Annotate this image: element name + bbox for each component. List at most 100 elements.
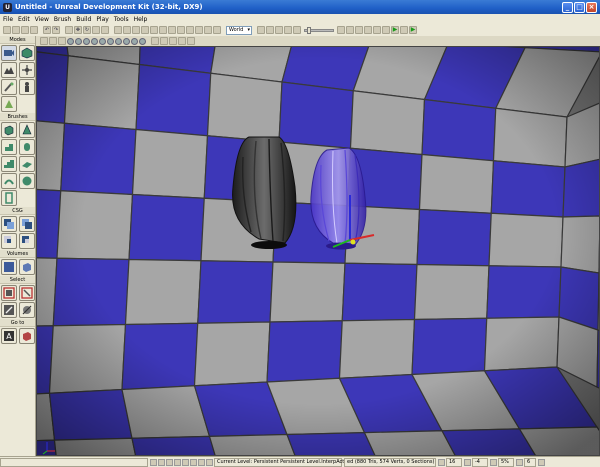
drag-grid-icon[interactable] — [538, 458, 545, 466]
menu-brush[interactable]: Brush — [54, 16, 71, 23]
status-icon-h[interactable] — [206, 458, 213, 466]
film-icon[interactable] — [195, 26, 203, 34]
cube-brush-button[interactable] — [1, 122, 17, 138]
menu-tools[interactable]: Tools — [114, 16, 129, 23]
grid-icon[interactable] — [123, 26, 131, 34]
build-lighting-icon[interactable] — [284, 26, 292, 34]
mobile-icon[interactable] — [373, 26, 381, 34]
number-a-field[interactable]: 16 — [446, 457, 462, 467]
game-view-icon[interactable] — [151, 37, 159, 45]
menu-file[interactable]: File — [3, 16, 13, 23]
play-in-editor-icon[interactable]: ▶ — [391, 26, 399, 34]
save-icon[interactable] — [21, 26, 29, 34]
camera-mode-button[interactable] — [1, 45, 17, 61]
settings-icon[interactable] — [364, 26, 372, 34]
status-icon-e[interactable] — [182, 458, 189, 466]
build-geometry-icon[interactable] — [275, 26, 283, 34]
add-volume-button[interactable] — [1, 259, 17, 275]
new-file-icon[interactable] — [3, 26, 11, 34]
perspective-viewport[interactable] — [36, 46, 600, 456]
material-icon[interactable] — [177, 26, 185, 34]
lock-icon[interactable] — [160, 37, 168, 45]
lighting-only-icon[interactable] — [99, 37, 106, 45]
csg-intersect-button[interactable] — [1, 233, 17, 249]
csg-subtract-button[interactable] — [19, 216, 35, 232]
camera-lock-icon[interactable] — [178, 37, 186, 45]
cylinder-brush-button[interactable] — [19, 139, 35, 155]
minimize-button[interactable]: _ — [562, 1, 573, 13]
scale-nonuniform-icon[interactable] — [101, 26, 109, 34]
show-selected-button[interactable] — [1, 302, 17, 318]
scale-icon[interactable] — [92, 26, 100, 34]
current-level-field[interactable]: Current Level: Persistent Persistent Lev… — [214, 457, 359, 467]
status-icon-c[interactable] — [166, 458, 173, 466]
coord-system-select[interactable]: World — [226, 25, 252, 35]
unlit-icon[interactable] — [75, 37, 82, 45]
build-paths-icon[interactable] — [293, 26, 301, 34]
translate-icon[interactable]: ✥ — [74, 26, 82, 34]
lightmap-density-icon[interactable] — [131, 37, 138, 45]
select-button[interactable] — [1, 285, 17, 301]
lit-icon[interactable] — [83, 37, 90, 45]
rotate-icon[interactable]: ↻ — [83, 26, 91, 34]
close-button[interactable]: × — [586, 1, 597, 13]
sheet-brush-button[interactable] — [19, 156, 35, 172]
actor-icon[interactable] — [150, 26, 158, 34]
sound-icon[interactable] — [186, 26, 194, 34]
grid-snap-icon[interactable] — [464, 458, 471, 466]
deselect-button[interactable] — [19, 285, 35, 301]
sphere-brush-button[interactable] — [19, 173, 35, 189]
lighting-quality-slider[interactable] — [304, 26, 334, 34]
linear-stair-brush-button[interactable] — [1, 156, 17, 172]
realtime-icon[interactable] — [58, 37, 66, 45]
console-icon[interactable] — [355, 26, 363, 34]
perspective-icon[interactable] — [40, 37, 48, 45]
maximize-viewport-icon[interactable] — [187, 37, 195, 45]
volume-list-button[interactable] — [19, 259, 35, 275]
curved-stair-brush-button[interactable] — [1, 139, 17, 155]
status-icon-f[interactable] — [190, 458, 197, 466]
go-to-builder-brush-button[interactable] — [19, 328, 35, 344]
grid-toggle-icon[interactable] — [438, 458, 445, 466]
grid-field[interactable]: -4 — [472, 457, 488, 467]
film-clip-icon[interactable] — [266, 26, 274, 34]
spiral-stair-brush-button[interactable] — [1, 173, 17, 189]
cone-brush-button[interactable] — [19, 122, 35, 138]
search-icon[interactable] — [257, 26, 265, 34]
cube-icon[interactable] — [159, 26, 167, 34]
go-to-actor-button[interactable]: A — [1, 328, 17, 344]
csg-add-button[interactable] — [1, 216, 17, 232]
menu-view[interactable]: View — [35, 16, 49, 23]
undo-icon[interactable]: ↶ — [43, 26, 51, 34]
status-icon-a[interactable] — [150, 458, 157, 466]
build-all-icon[interactable] — [337, 26, 345, 34]
wireframe-icon[interactable] — [67, 37, 74, 45]
camera-speed-icon[interactable] — [132, 26, 140, 34]
browser-icon[interactable] — [141, 26, 149, 34]
number-b-field[interactable]: 6 — [524, 457, 536, 467]
play-on-pc-icon[interactable] — [400, 26, 408, 34]
texture-align-button[interactable] — [19, 62, 35, 78]
shader-complexity-icon[interactable] — [123, 37, 130, 45]
play-on-console-icon[interactable]: ▶ — [409, 26, 417, 34]
actor-mode-button[interactable] — [19, 79, 35, 95]
kismet-icon[interactable] — [213, 26, 221, 34]
globe-icon[interactable] — [346, 26, 354, 34]
status-icon-b[interactable] — [158, 458, 165, 466]
zoom-field[interactable]: 5% — [498, 457, 514, 467]
rotation-snap-icon[interactable] — [516, 458, 523, 466]
redo-icon[interactable]: ↷ — [52, 26, 60, 34]
detail-lighting-icon[interactable] — [91, 37, 98, 45]
menu-edit[interactable]: Edit — [18, 16, 30, 23]
terrain-icon[interactable] — [204, 26, 212, 34]
reflection-icon[interactable] — [139, 37, 146, 45]
fracture-mode-button[interactable] — [1, 96, 17, 112]
title-bar[interactable]: U Untitled - Unreal Development Kit (32-… — [0, 0, 600, 14]
show-flags-icon[interactable] — [169, 37, 177, 45]
csg-deintersect-button[interactable] — [19, 233, 35, 249]
menu-play[interactable]: Play — [96, 16, 109, 23]
light-complexity-icon[interactable] — [107, 37, 114, 45]
camera-icon[interactable] — [65, 26, 73, 34]
scale-snap-icon[interactable] — [490, 458, 497, 466]
menu-help[interactable]: Help — [134, 16, 148, 23]
